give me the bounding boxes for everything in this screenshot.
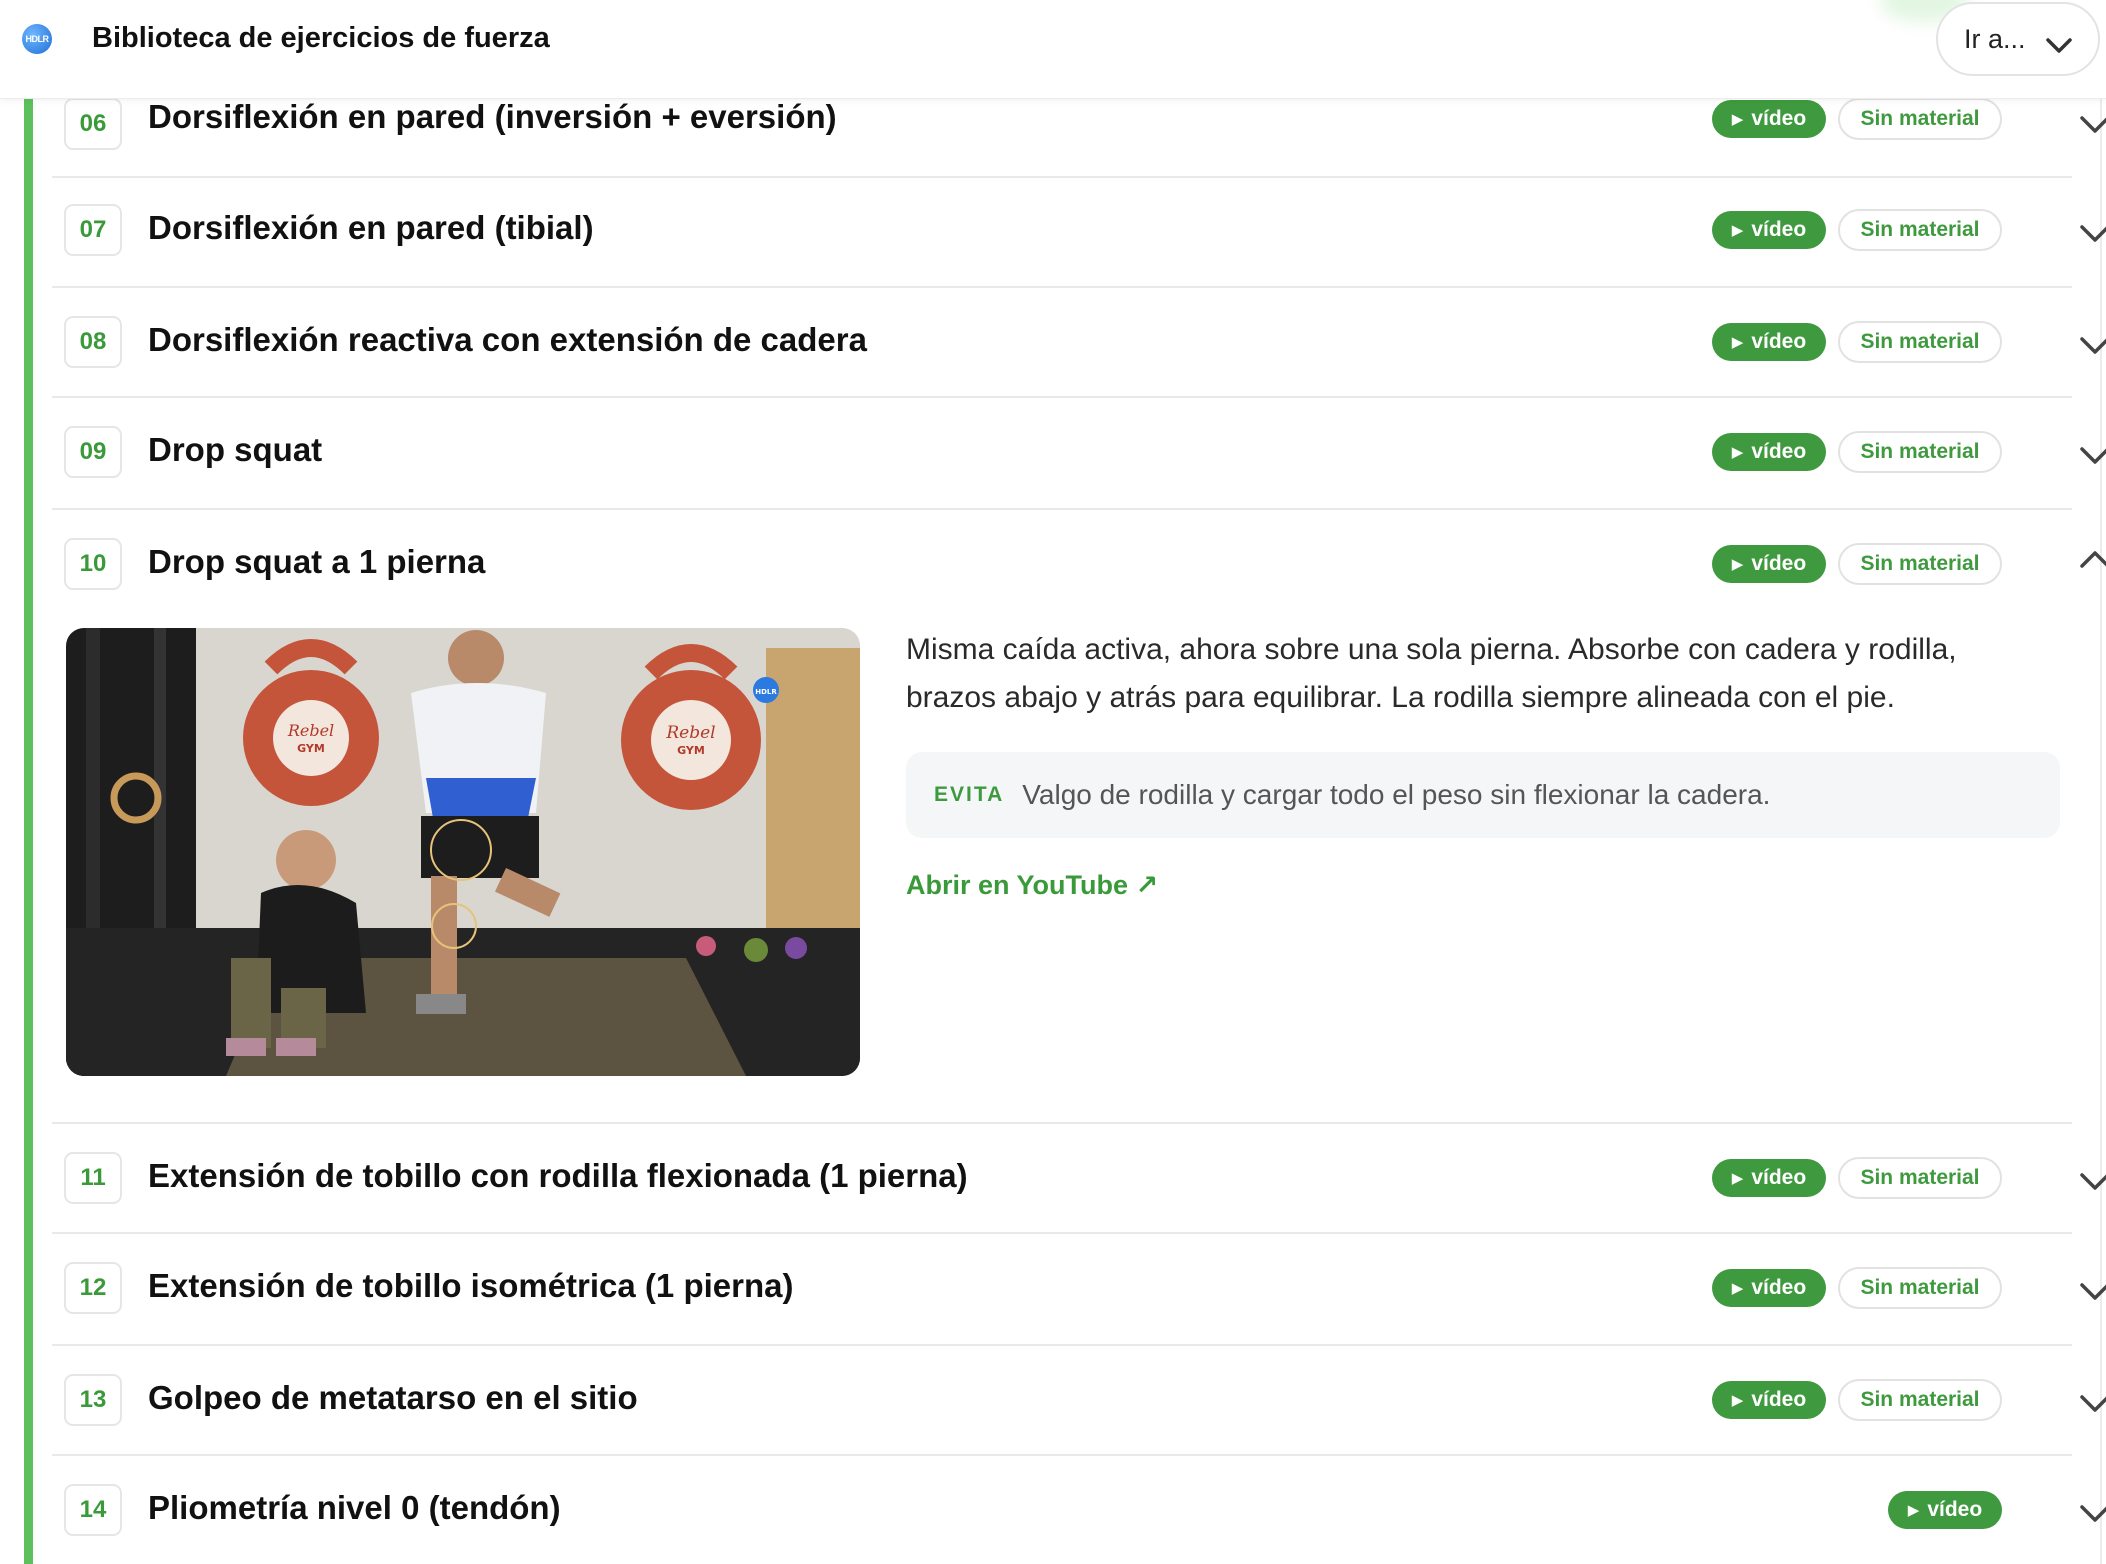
exercise-row-08[interactable]: 08 Dorsiflexión reactiva con extensión d… bbox=[52, 288, 2106, 398]
gym-scene-illustration: Rebel GYM Rebel GYM HDLR bbox=[66, 628, 860, 1076]
chevron-down-icon[interactable] bbox=[2074, 213, 2106, 255]
kettlebell-text: GYM bbox=[677, 744, 705, 757]
exercise-title: Drop squat a 1 pierna bbox=[148, 543, 486, 580]
material-tag: Sin material bbox=[1838, 543, 2002, 585]
play-icon: ▶ bbox=[1731, 222, 1744, 239]
video-button[interactable]: ▶ vídeo bbox=[1712, 211, 1826, 249]
video-label: vídeo bbox=[1751, 218, 1807, 241]
video-button[interactable]: ▶ vídeo bbox=[1712, 545, 1826, 583]
video-label: vídeo bbox=[1751, 1276, 1807, 1299]
exercise-row-06[interactable]: 06 Dorsiflexión en pared (inversión + ev… bbox=[52, 98, 2106, 178]
exercise-title: Golpeo de metatarso en el sitio bbox=[148, 1379, 638, 1416]
top-header: HDLR Biblioteca de ejercicios de fuerza … bbox=[0, 0, 2106, 99]
exercise-title: Extensión de tobillo con rodilla flexion… bbox=[148, 1157, 968, 1194]
brand-logo: HDLR bbox=[22, 24, 52, 54]
video-label: vídeo bbox=[1751, 1388, 1807, 1411]
material-tag: Sin material bbox=[1838, 1379, 2002, 1421]
exercise-title: Pliometría nivel 0 (tendón) bbox=[148, 1489, 561, 1526]
kettlebell-text: Rebel bbox=[665, 723, 715, 743]
chevron-down-icon[interactable] bbox=[2074, 325, 2106, 367]
exercise-number: 11 bbox=[64, 1152, 122, 1204]
avoid-label: EVITA bbox=[934, 783, 1005, 806]
logo-text: HDLR bbox=[25, 34, 50, 44]
play-icon: ▶ bbox=[1731, 334, 1744, 351]
play-icon: ▶ bbox=[1907, 1502, 1920, 1519]
play-icon: ▶ bbox=[1731, 556, 1744, 573]
section-rail bbox=[24, 98, 33, 1564]
play-icon: ▶ bbox=[1731, 444, 1744, 461]
material-tag: Sin material bbox=[1838, 431, 2002, 473]
goto-label: Ir a... bbox=[1964, 23, 2026, 54]
play-icon: ▶ bbox=[1731, 111, 1744, 128]
video-button[interactable]: ▶ vídeo bbox=[1888, 1491, 2002, 1529]
play-icon: ▶ bbox=[1731, 1392, 1744, 1409]
open-youtube-link[interactable]: Abrir en YouTube ↗ bbox=[906, 870, 1158, 901]
video-button[interactable]: ▶ vídeo bbox=[1712, 1381, 1826, 1419]
video-button[interactable]: ▶ vídeo bbox=[1712, 1159, 1826, 1197]
chevron-down-icon[interactable] bbox=[2074, 1383, 2106, 1425]
chevron-down-icon[interactable] bbox=[2074, 1161, 2106, 1203]
exercise-number: 10 bbox=[64, 538, 122, 590]
exercise-number: 06 bbox=[64, 98, 122, 150]
video-button[interactable]: ▶ vídeo bbox=[1712, 100, 1826, 138]
exercise-description: Misma caída activa, ahora sobre una sola… bbox=[906, 633, 1957, 714]
exercise-number: 07 bbox=[64, 204, 122, 256]
material-tag: Sin material bbox=[1838, 1267, 2002, 1309]
exercise-row-11[interactable]: 11 Extensión de tobillo con rodilla flex… bbox=[52, 1124, 2106, 1234]
video-label: vídeo bbox=[1751, 552, 1807, 575]
video-thumbnail[interactable]: Rebel GYM Rebel GYM HDLR bbox=[66, 628, 860, 1076]
video-label: vídeo bbox=[1751, 107, 1807, 130]
kettlebell-text: GYM bbox=[297, 742, 325, 755]
play-icon: ▶ bbox=[1731, 1170, 1744, 1187]
exercise-number: 12 bbox=[64, 1262, 122, 1314]
exercise-row-09[interactable]: 09 Drop squat ▶ vídeo Sin material bbox=[52, 398, 2106, 510]
avoid-text: Valgo de rodilla y cargar todo el peso s… bbox=[1022, 779, 1771, 810]
chevron-down-icon[interactable] bbox=[2074, 1493, 2106, 1535]
material-tag: Sin material bbox=[1838, 321, 2002, 363]
material-tag: Sin material bbox=[1838, 1157, 2002, 1199]
exercise-number: 08 bbox=[64, 316, 122, 368]
video-label: vídeo bbox=[1751, 330, 1807, 353]
chevron-down-icon[interactable] bbox=[2074, 104, 2106, 146]
exercise-title: Dorsiflexión en pared (inversión + evers… bbox=[148, 98, 837, 135]
avoid-callout: EVITA Valgo de rodilla y cargar todo el … bbox=[906, 752, 2060, 838]
exercise-row-13[interactable]: 13 Golpeo de metatarso en el sitio ▶ víde… bbox=[52, 1346, 2106, 1456]
chevron-down-icon[interactable] bbox=[2074, 435, 2106, 477]
exercise-row-14[interactable]: 14 Pliometría nivel 0 (tendón) ▶ vídeo bbox=[52, 1456, 2106, 1564]
play-icon: ▶ bbox=[1731, 1280, 1744, 1297]
exercise-row-12[interactable]: 12 Extensión de tobillo isométrica (1 pi… bbox=[52, 1234, 2106, 1346]
exercise-number: 13 bbox=[64, 1374, 122, 1426]
video-button[interactable]: ▶ vídeo bbox=[1712, 433, 1826, 471]
panel-border bbox=[2100, 98, 2102, 1564]
video-button[interactable]: ▶ vídeo bbox=[1712, 323, 1826, 361]
exercise-number: 09 bbox=[64, 426, 122, 478]
video-label: vídeo bbox=[1751, 1166, 1807, 1189]
video-label: vídeo bbox=[1927, 1498, 1983, 1521]
video-button[interactable]: ▶ vídeo bbox=[1712, 1269, 1826, 1307]
exercise-row-07[interactable]: 07 Dorsiflexión en pared (tibial) ▶ vídeo… bbox=[52, 176, 2106, 288]
exercise-title: Extensión de tobillo isométrica (1 piern… bbox=[148, 1267, 794, 1304]
chevron-up-icon[interactable] bbox=[2074, 538, 2106, 580]
page-title: Biblioteca de ejercicios de fuerza bbox=[92, 22, 550, 54]
video-label: vídeo bbox=[1751, 440, 1807, 463]
exercise-title: Dorsiflexión en pared (tibial) bbox=[148, 209, 594, 246]
material-tag: Sin material bbox=[1838, 209, 2002, 251]
material-tag: Sin material bbox=[1838, 98, 2002, 140]
channel-logo-text: HDLR bbox=[755, 688, 777, 696]
exercise-title: Drop squat bbox=[148, 431, 323, 468]
exercise-title: Dorsiflexión reactiva con extensión de c… bbox=[148, 321, 867, 358]
exercise-number: 14 bbox=[64, 1484, 122, 1536]
chevron-down-icon[interactable] bbox=[2074, 1271, 2106, 1313]
chevron-down-icon bbox=[2046, 30, 2072, 61]
kettlebell-text: Rebel bbox=[287, 721, 334, 740]
goto-dropdown[interactable]: Ir a... bbox=[1936, 2, 2100, 76]
